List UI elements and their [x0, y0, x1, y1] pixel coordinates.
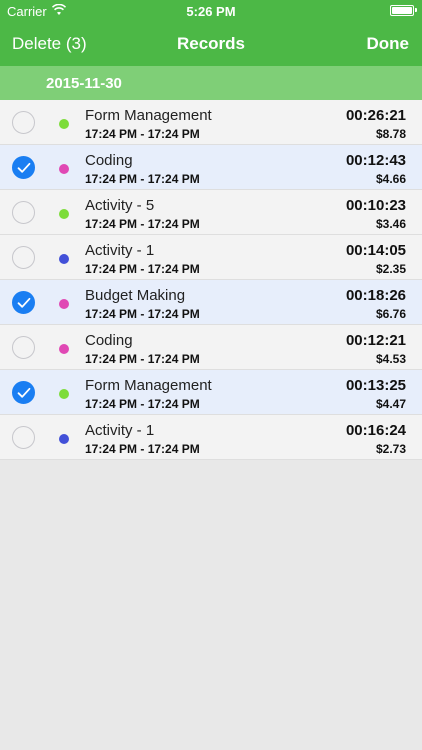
activity-color-dot — [59, 389, 69, 399]
activity-name: Budget Making — [85, 287, 186, 304]
time-range: 17:24 PM - 17:24 PM — [85, 172, 200, 186]
battery-icon — [390, 5, 417, 16]
selection-circle-icon[interactable] — [12, 426, 35, 449]
cost: $2.73 — [375, 442, 406, 456]
record-row[interactable]: Activity - 1 17:24 PM - 17:24 PM 00:16:24 $… — [0, 415, 422, 460]
time-range: 17:24 PM - 17:24 PM — [85, 127, 200, 141]
activity-name: Coding — [85, 332, 133, 349]
time-range: 17:24 PM - 17:24 PM — [85, 352, 200, 366]
duration: 00:10:23 — [345, 197, 406, 214]
activity-color-dot — [59, 164, 69, 174]
activity-color-dot — [59, 344, 69, 354]
selected-checkmark-icon[interactable] — [12, 156, 35, 179]
record-row[interactable]: Form Management 17:24 PM - 17:24 PM 00:13:… — [0, 370, 422, 415]
activity-color-dot — [59, 434, 69, 444]
record-row[interactable]: Activity - 5 17:24 PM - 17:24 PM 00:10:23 $… — [0, 190, 422, 235]
record-row[interactable]: Activity - 1 17:24 PM - 17:24 PM 00:14:05 $… — [0, 235, 422, 280]
cost: $4.47 — [375, 397, 406, 411]
selection-circle-icon[interactable] — [12, 336, 35, 359]
record-row[interactable]: Coding 17:24 PM - 17:24 PM 00:12:21 $4.53 — [0, 325, 422, 370]
activity-name: Coding — [85, 152, 133, 169]
duration: 00:26:21 — [345, 107, 406, 124]
activity-color-dot — [59, 299, 69, 309]
activity-name: Activity - 1 — [85, 422, 155, 439]
time-range: 17:24 PM - 17:24 PM — [85, 217, 200, 231]
status-bar: Carrier 5:26 PM — [0, 0, 422, 22]
duration: 00:13:25 — [345, 377, 406, 394]
activity-name: Activity - 1 — [85, 242, 155, 259]
duration: 00:14:05 — [345, 242, 406, 259]
duration: 00:12:21 — [345, 332, 406, 349]
time-range: 17:24 PM - 17:24 PM — [85, 397, 200, 411]
page-title: Records — [176, 34, 246, 53]
records-list: Form Management 17:24 PM - 17:24 PM 00:26:… — [0, 100, 422, 460]
selection-circle-icon[interactable] — [12, 201, 35, 224]
duration: 00:12:43 — [345, 152, 406, 169]
activity-name: Form Management — [85, 377, 212, 394]
time-range: 17:24 PM - 17:24 PM — [85, 262, 200, 276]
selected-checkmark-icon[interactable] — [12, 381, 35, 404]
cost: $4.53 — [375, 352, 406, 366]
activity-color-dot — [59, 209, 69, 219]
done-button[interactable]: Done — [367, 34, 410, 54]
duration: 00:18:26 — [345, 287, 406, 304]
record-row[interactable]: Coding 17:24 PM - 17:24 PM 00:12:43 $4.66 — [0, 145, 422, 190]
cost: $3.46 — [375, 217, 406, 231]
activity-name: Form Management — [85, 107, 212, 124]
time-range: 17:24 PM - 17:24 PM — [85, 307, 200, 321]
navigation-bar: Delete (3) Records Done — [0, 22, 422, 66]
status-time: 5:26 PM — [186, 4, 236, 19]
time-range: 17:24 PM - 17:24 PM — [85, 442, 200, 456]
activity-name: Activity - 5 — [85, 197, 155, 214]
selection-circle-icon[interactable] — [12, 246, 35, 269]
record-row[interactable]: Budget Making 17:24 PM - 17:24 PM 00:18:26… — [0, 280, 422, 325]
selected-checkmark-icon[interactable] — [12, 291, 35, 314]
duration: 00:16:24 — [345, 422, 406, 439]
section-header-date: 2015-11-30 — [0, 66, 422, 100]
activity-color-dot — [59, 254, 69, 264]
record-row[interactable]: Form Management 17:24 PM - 17:24 PM 00:26:… — [0, 100, 422, 145]
cost: $8.78 — [375, 127, 406, 141]
cost: $2.35 — [375, 262, 406, 276]
selection-circle-icon[interactable] — [12, 111, 35, 134]
cost: $6.76 — [375, 307, 406, 321]
activity-color-dot — [59, 119, 69, 129]
cost: $4.66 — [375, 172, 406, 186]
app-header: Carrier 5:26 PM Delete (3) Records Done — [0, 0, 422, 66]
